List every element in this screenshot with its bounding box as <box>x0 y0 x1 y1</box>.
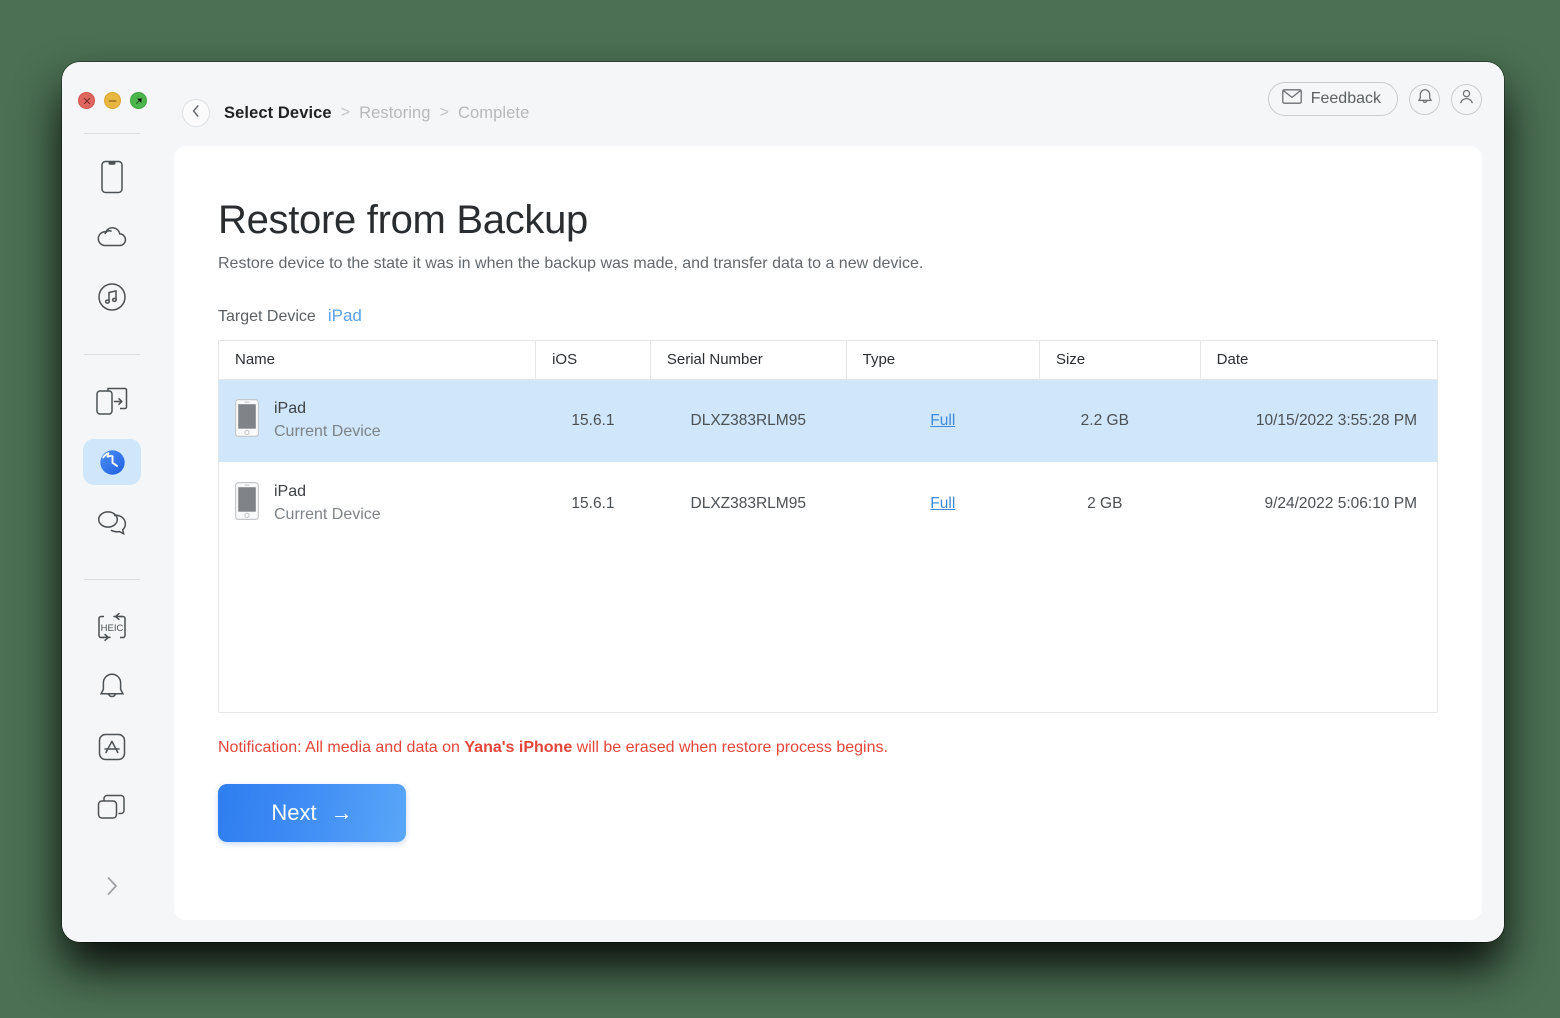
backup-type-link[interactable]: Full <box>930 412 955 429</box>
sidebar-item-transfer[interactable] <box>83 379 141 425</box>
page-subtitle: Restore device to the state it was in wh… <box>218 255 924 272</box>
cell-date: 9/24/2022 5:06:10 PM <box>1264 494 1417 512</box>
column-header-serial[interactable]: Serial Number <box>650 341 847 380</box>
envelope-icon <box>1281 89 1302 109</box>
content-inner: Restore from Backup Restore device to th… <box>174 198 1482 842</box>
window-controls <box>78 92 147 109</box>
sidebar-item-ringtone[interactable] <box>83 664 141 710</box>
cell-name: iPad Current Device <box>219 379 536 462</box>
user-avatar-icon <box>1458 88 1475 110</box>
sidebar-item-device[interactable] <box>83 154 141 200</box>
row-device-name: iPad <box>274 400 307 418</box>
sidebar-expand-button[interactable] <box>83 868 141 908</box>
column-header-size[interactable]: Size <box>1039 341 1201 380</box>
backup-table: Name iOS Serial Number Type Size Date iP… <box>218 340 1438 713</box>
heic-convert-icon: HEIC <box>95 611 129 643</box>
notice-suffix: will be erased when restore process begi… <box>572 739 888 756</box>
breadcrumb-separator: > <box>340 104 351 121</box>
sidebar-divider-lower <box>84 579 140 580</box>
chevron-right-icon <box>104 874 120 903</box>
target-device-label: Target Device <box>218 308 316 325</box>
backup-type-link[interactable]: Full <box>930 495 955 512</box>
column-header-date[interactable]: Date <box>1200 341 1437 380</box>
maximize-window-button[interactable] <box>130 92 147 109</box>
phone-transfer-icon <box>95 386 129 418</box>
row-device-sub: Current Device <box>274 506 381 523</box>
main-region: Select Device > Restoring > Complete Fee… <box>162 62 1504 942</box>
table-row[interactable]: iPad Current Device 15.6.1 DLXZ383RLM95 … <box>219 462 1437 545</box>
page-title: Restore from Backup <box>218 198 589 242</box>
device-phone-icon <box>98 160 126 194</box>
cell-type: Full <box>846 462 1039 545</box>
music-note-circle-icon <box>97 282 127 312</box>
close-window-button[interactable] <box>78 92 95 109</box>
cell-serial: DLXZ383RLM95 <box>690 494 806 512</box>
cloud-icon <box>95 224 129 250</box>
table-header: Name iOS Serial Number Type Size Date <box>219 341 1437 380</box>
clock-history-icon <box>96 446 129 479</box>
target-device-row: Target Device iPad <box>218 306 1438 326</box>
cell-size: 2.2 GB <box>1080 411 1129 429</box>
table-header-row: Name iOS Serial Number Type Size Date <box>219 341 1437 380</box>
chevron-left-icon <box>191 104 201 123</box>
feedback-label: Feedback <box>1310 90 1381 107</box>
app-store-icon <box>97 732 127 762</box>
sidebar-item-apps[interactable] <box>83 784 141 830</box>
cell-type: Full <box>846 379 1039 462</box>
backup-table-element: Name iOS Serial Number Type Size Date iP… <box>219 341 1437 545</box>
cell-ios: 15.6.1 <box>571 411 615 429</box>
sidebar: HEIC <box>62 62 162 942</box>
svg-text:HEIC: HEIC <box>101 623 124 634</box>
cell-date: 10/15/2022 3:55:28 PM <box>1255 411 1417 429</box>
sidebar-item-restore[interactable] <box>83 439 141 485</box>
windows-stack-icon <box>96 793 128 821</box>
bell-icon <box>97 671 127 703</box>
bell-icon <box>1417 88 1433 110</box>
sidebar-divider-top <box>84 133 140 134</box>
notice-prefix: Notification: All media and data on <box>218 739 465 756</box>
sidebar-item-music[interactable] <box>83 274 141 320</box>
notification-message: Notification: All media and data on Yana… <box>218 739 1438 757</box>
notifications-button[interactable] <box>1409 83 1440 115</box>
iphone-icon <box>235 399 259 442</box>
topbar: Select Device > Restoring > Complete Fee… <box>162 62 1504 142</box>
chat-bubbles-icon <box>96 509 128 535</box>
breadcrumb-item-complete[interactable]: Complete <box>458 104 529 123</box>
notice-device-name: Yana's iPhone <box>464 739 573 756</box>
feedback-button[interactable]: Feedback <box>1267 82 1398 116</box>
breadcrumb-item-select-device[interactable]: Select Device <box>224 104 332 123</box>
cell-serial: DLXZ383RLM95 <box>690 411 806 429</box>
sidebar-item-appstore[interactable] <box>83 724 141 770</box>
iphone-icon <box>235 482 259 525</box>
back-button[interactable] <box>182 99 210 127</box>
minimize-window-button[interactable] <box>104 92 121 109</box>
cell-name: iPad Current Device <box>219 462 536 545</box>
target-device-value[interactable]: iPad <box>328 306 362 326</box>
sidebar-item-cloud[interactable] <box>83 214 141 260</box>
arrow-right-icon: → <box>330 800 353 825</box>
breadcrumb-item-restoring[interactable]: Restoring <box>359 104 431 123</box>
column-header-ios[interactable]: iOS <box>535 341 651 380</box>
next-button-label: Next <box>271 800 317 825</box>
table-body: iPad Current Device 15.6.1 DLXZ383RLM95 … <box>219 379 1437 545</box>
row-device-name: iPad <box>274 483 307 500</box>
topbar-actions: Feedback <box>1267 82 1482 116</box>
next-button[interactable]: Next → <box>218 784 406 842</box>
sidebar-divider-middle <box>84 354 140 355</box>
app-window: HEIC Select Device > Restoring > Complet… <box>62 62 1504 942</box>
breadcrumb-separator: > <box>439 104 449 121</box>
cell-size: 2 GB <box>1087 494 1123 512</box>
content-card: Restore from Backup Restore device to th… <box>174 146 1482 920</box>
column-header-name[interactable]: Name <box>219 341 537 380</box>
sidebar-item-heic[interactable]: HEIC <box>83 604 141 650</box>
table-row[interactable]: iPad Current Device 15.6.1 DLXZ383RLM95 … <box>219 379 1437 462</box>
account-button[interactable] <box>1451 83 1482 115</box>
cell-ios: 15.6.1 <box>571 494 615 512</box>
sidebar-item-messages[interactable] <box>83 499 141 545</box>
column-header-type[interactable]: Type <box>846 341 1040 380</box>
row-device-sub: Current Device <box>274 423 381 441</box>
breadcrumb: Select Device > Restoring > Complete <box>182 99 529 127</box>
